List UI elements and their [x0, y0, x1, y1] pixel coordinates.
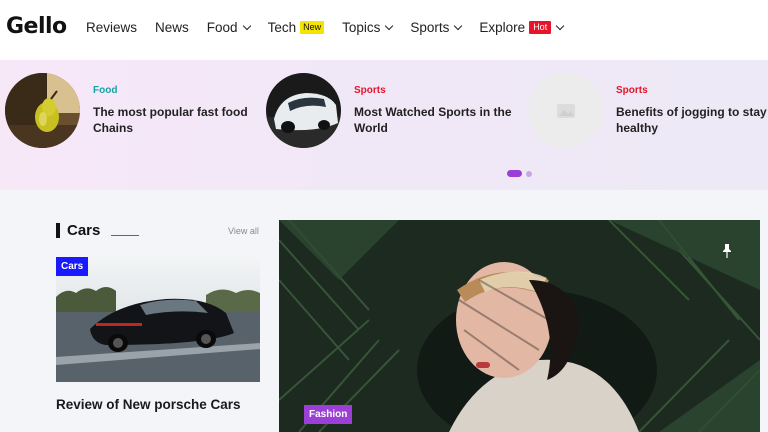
nav-news[interactable]: News — [155, 20, 189, 35]
site-logo[interactable]: Gello — [6, 14, 67, 39]
nav-label: Reviews — [86, 20, 138, 35]
slide-thumbnail[interactable] — [528, 73, 603, 148]
slide-item[interactable]: Sports Benefits of jogging to stay healt… — [528, 73, 768, 148]
site-header: Gello Reviews News Food Tech New Topics S… — [0, 0, 768, 60]
slide-title[interactable]: Benefits of jogging to stay healthy — [616, 104, 768, 136]
slide-item[interactable]: Food The most popular fast food Chains — [5, 73, 253, 148]
slider-pagination — [507, 170, 532, 177]
fashion-portrait-image — [279, 220, 760, 432]
car-image — [266, 73, 341, 148]
slide-title[interactable]: Most Watched Sports in the World — [354, 104, 514, 136]
slide-title[interactable]: The most popular fast food Chains — [93, 104, 253, 136]
slide-category[interactable]: Sports — [354, 85, 514, 96]
view-all-link[interactable]: View all — [228, 226, 259, 236]
slide-thumbnail[interactable] — [5, 73, 80, 148]
chevron-down-icon — [454, 21, 463, 30]
nav-food[interactable]: Food — [206, 20, 251, 35]
featured-slider: Food The most popular fast food Chains S… — [0, 60, 768, 190]
category-tag[interactable]: Cars — [56, 257, 89, 276]
nav-reviews[interactable]: Reviews — [86, 20, 137, 35]
slide-category[interactable]: Food — [93, 85, 253, 96]
slide-thumbnail[interactable] — [266, 73, 341, 148]
pagination-dot[interactable] — [526, 170, 532, 177]
nav-label: Sports — [410, 20, 450, 35]
feature-article[interactable]: Fashion — [279, 220, 760, 432]
section-heading: Cars — [56, 222, 140, 239]
slide-item[interactable]: Sports Most Watched Sports in the World — [266, 73, 514, 148]
article-image[interactable]: Cars — [56, 257, 260, 382]
slide-category[interactable]: Sports — [616, 85, 768, 96]
category-tag[interactable]: Fashion — [304, 405, 353, 424]
chevron-down-icon — [242, 21, 251, 30]
article-title[interactable]: Review of New porsche Cars — [56, 397, 241, 412]
nav-label: Tech — [267, 20, 297, 35]
heading-bar — [56, 223, 60, 238]
main-nav: Reviews News Food Tech New Topics Sports … — [86, 20, 581, 35]
slide-text: Sports Most Watched Sports in the World — [354, 85, 514, 136]
image-placeholder-icon — [528, 73, 603, 148]
chevron-down-icon — [385, 21, 394, 30]
nav-label: Food — [206, 20, 238, 35]
nav-label: Explore — [479, 20, 526, 35]
nav-label: News — [155, 20, 189, 35]
pear-image — [5, 73, 80, 148]
section-title: Cars — [67, 222, 101, 239]
nav-sports[interactable]: Sports — [410, 20, 463, 35]
pin-icon[interactable] — [722, 244, 732, 263]
heading-underline — [111, 235, 140, 236]
slide-text: Sports Benefits of jogging to stay healt… — [616, 85, 768, 136]
pagination-dot-active[interactable] — [507, 170, 522, 177]
nav-tech[interactable]: Tech New — [268, 20, 325, 35]
slide-text: Food The most popular fast food Chains — [93, 85, 253, 136]
hot-badge: Hot — [529, 21, 552, 34]
nav-explore[interactable]: Explore Hot — [479, 20, 565, 35]
new-badge: New — [300, 21, 325, 34]
nav-label: Topics — [342, 20, 381, 35]
nav-topics[interactable]: Topics — [342, 20, 394, 35]
chevron-down-icon — [555, 21, 565, 30]
